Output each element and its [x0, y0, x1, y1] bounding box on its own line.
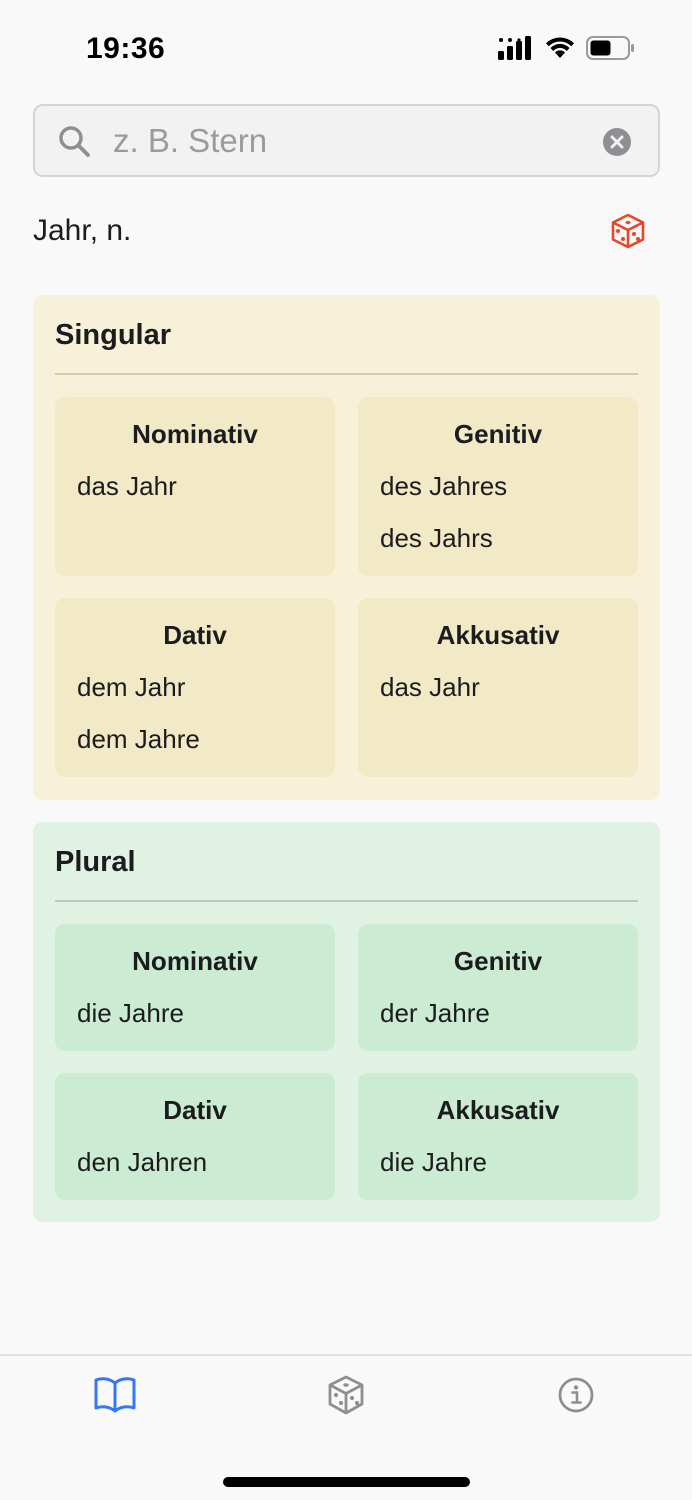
- dice-icon: [611, 213, 645, 249]
- case-form: die Jahre: [380, 1147, 487, 1177]
- case-form: des Jahres: [380, 471, 508, 501]
- section-title: Singular: [55, 319, 172, 351]
- search-bar[interactable]: [33, 104, 660, 177]
- case-title: Dativ: [163, 1095, 227, 1125]
- case-title: Dativ: [163, 620, 227, 650]
- case-card-genitiv: Genitiv der Jahre: [358, 924, 638, 1051]
- case-title: Genitiv: [453, 946, 543, 976]
- search-icon: [59, 126, 90, 157]
- search-input[interactable]: [113, 106, 593, 175]
- tab-info[interactable]: [551, 1370, 601, 1420]
- book-icon: [94, 1377, 136, 1413]
- case-forms: der Jahre: [380, 996, 616, 1030]
- case-forms: den Jahren: [77, 1145, 313, 1179]
- case-forms: das Jahr: [77, 469, 313, 503]
- case-forms: die Jahre: [77, 996, 313, 1030]
- plural-section: Plural Nominativ die Jahre Genitiv der J…: [33, 822, 660, 1222]
- clear-search-icon[interactable]: [602, 127, 632, 157]
- case-card-genitiv: Genitiv des Jahres des Jahrs: [358, 397, 638, 576]
- status-icons: [498, 36, 636, 60]
- word-title: Jahr, n.: [33, 214, 132, 247]
- random-word-button[interactable]: [608, 211, 648, 251]
- tab-dictionary[interactable]: [90, 1370, 140, 1420]
- case-forms: des Jahres des Jahrs: [380, 469, 616, 555]
- case-card-dativ: Dativ dem Jahr dem Jahre: [55, 598, 335, 777]
- home-indicator: [223, 1477, 470, 1487]
- case-form: die Jahre: [77, 998, 184, 1028]
- case-card-akkusativ: Akkusativ das Jahr: [358, 598, 638, 777]
- info-icon: [558, 1377, 594, 1413]
- case-form: der Jahre: [380, 998, 490, 1028]
- section-title: Plural: [55, 846, 136, 878]
- case-card-dativ: Dativ den Jahren: [55, 1073, 335, 1200]
- case-grid: Nominativ die Jahre Genitiv der Jahre Da…: [55, 924, 638, 1200]
- case-form: dem Jahr: [77, 672, 186, 702]
- battery-icon: [586, 36, 634, 60]
- case-forms: das Jahr: [380, 670, 616, 704]
- wifi-icon: [546, 37, 574, 58]
- status-time: 19:36: [86, 32, 166, 65]
- case-form: dem Jahre: [77, 724, 200, 754]
- status-bar: 19:36: [0, 0, 692, 100]
- case-forms: die Jahre: [380, 1145, 616, 1179]
- case-title: Nominativ: [132, 946, 258, 976]
- case-title: Akkusativ: [436, 620, 560, 650]
- case-form: das Jahr: [380, 672, 480, 702]
- case-form: des Jahrs: [380, 523, 493, 553]
- singular-section: Singular Nominativ das Jahr Genitiv des …: [33, 295, 660, 800]
- cellular-signal-icon: [498, 36, 531, 60]
- section-divider: [55, 373, 638, 375]
- case-title: Genitiv: [453, 419, 543, 449]
- case-forms: dem Jahr dem Jahre: [77, 670, 313, 756]
- case-card-akkusativ: Akkusativ die Jahre: [358, 1073, 638, 1200]
- case-form: das Jahr: [77, 471, 177, 501]
- case-form: den Jahren: [77, 1147, 208, 1177]
- case-title: Akkusativ: [436, 1095, 560, 1125]
- case-grid: Nominativ das Jahr Genitiv des Jahres de…: [55, 397, 638, 777]
- dice-icon: [328, 1375, 364, 1415]
- section-divider: [55, 900, 638, 902]
- case-title: Nominativ: [132, 419, 258, 449]
- case-card-nominativ: Nominativ das Jahr: [55, 397, 335, 576]
- case-card-nominativ: Nominativ die Jahre: [55, 924, 335, 1051]
- tab-random[interactable]: [321, 1370, 371, 1420]
